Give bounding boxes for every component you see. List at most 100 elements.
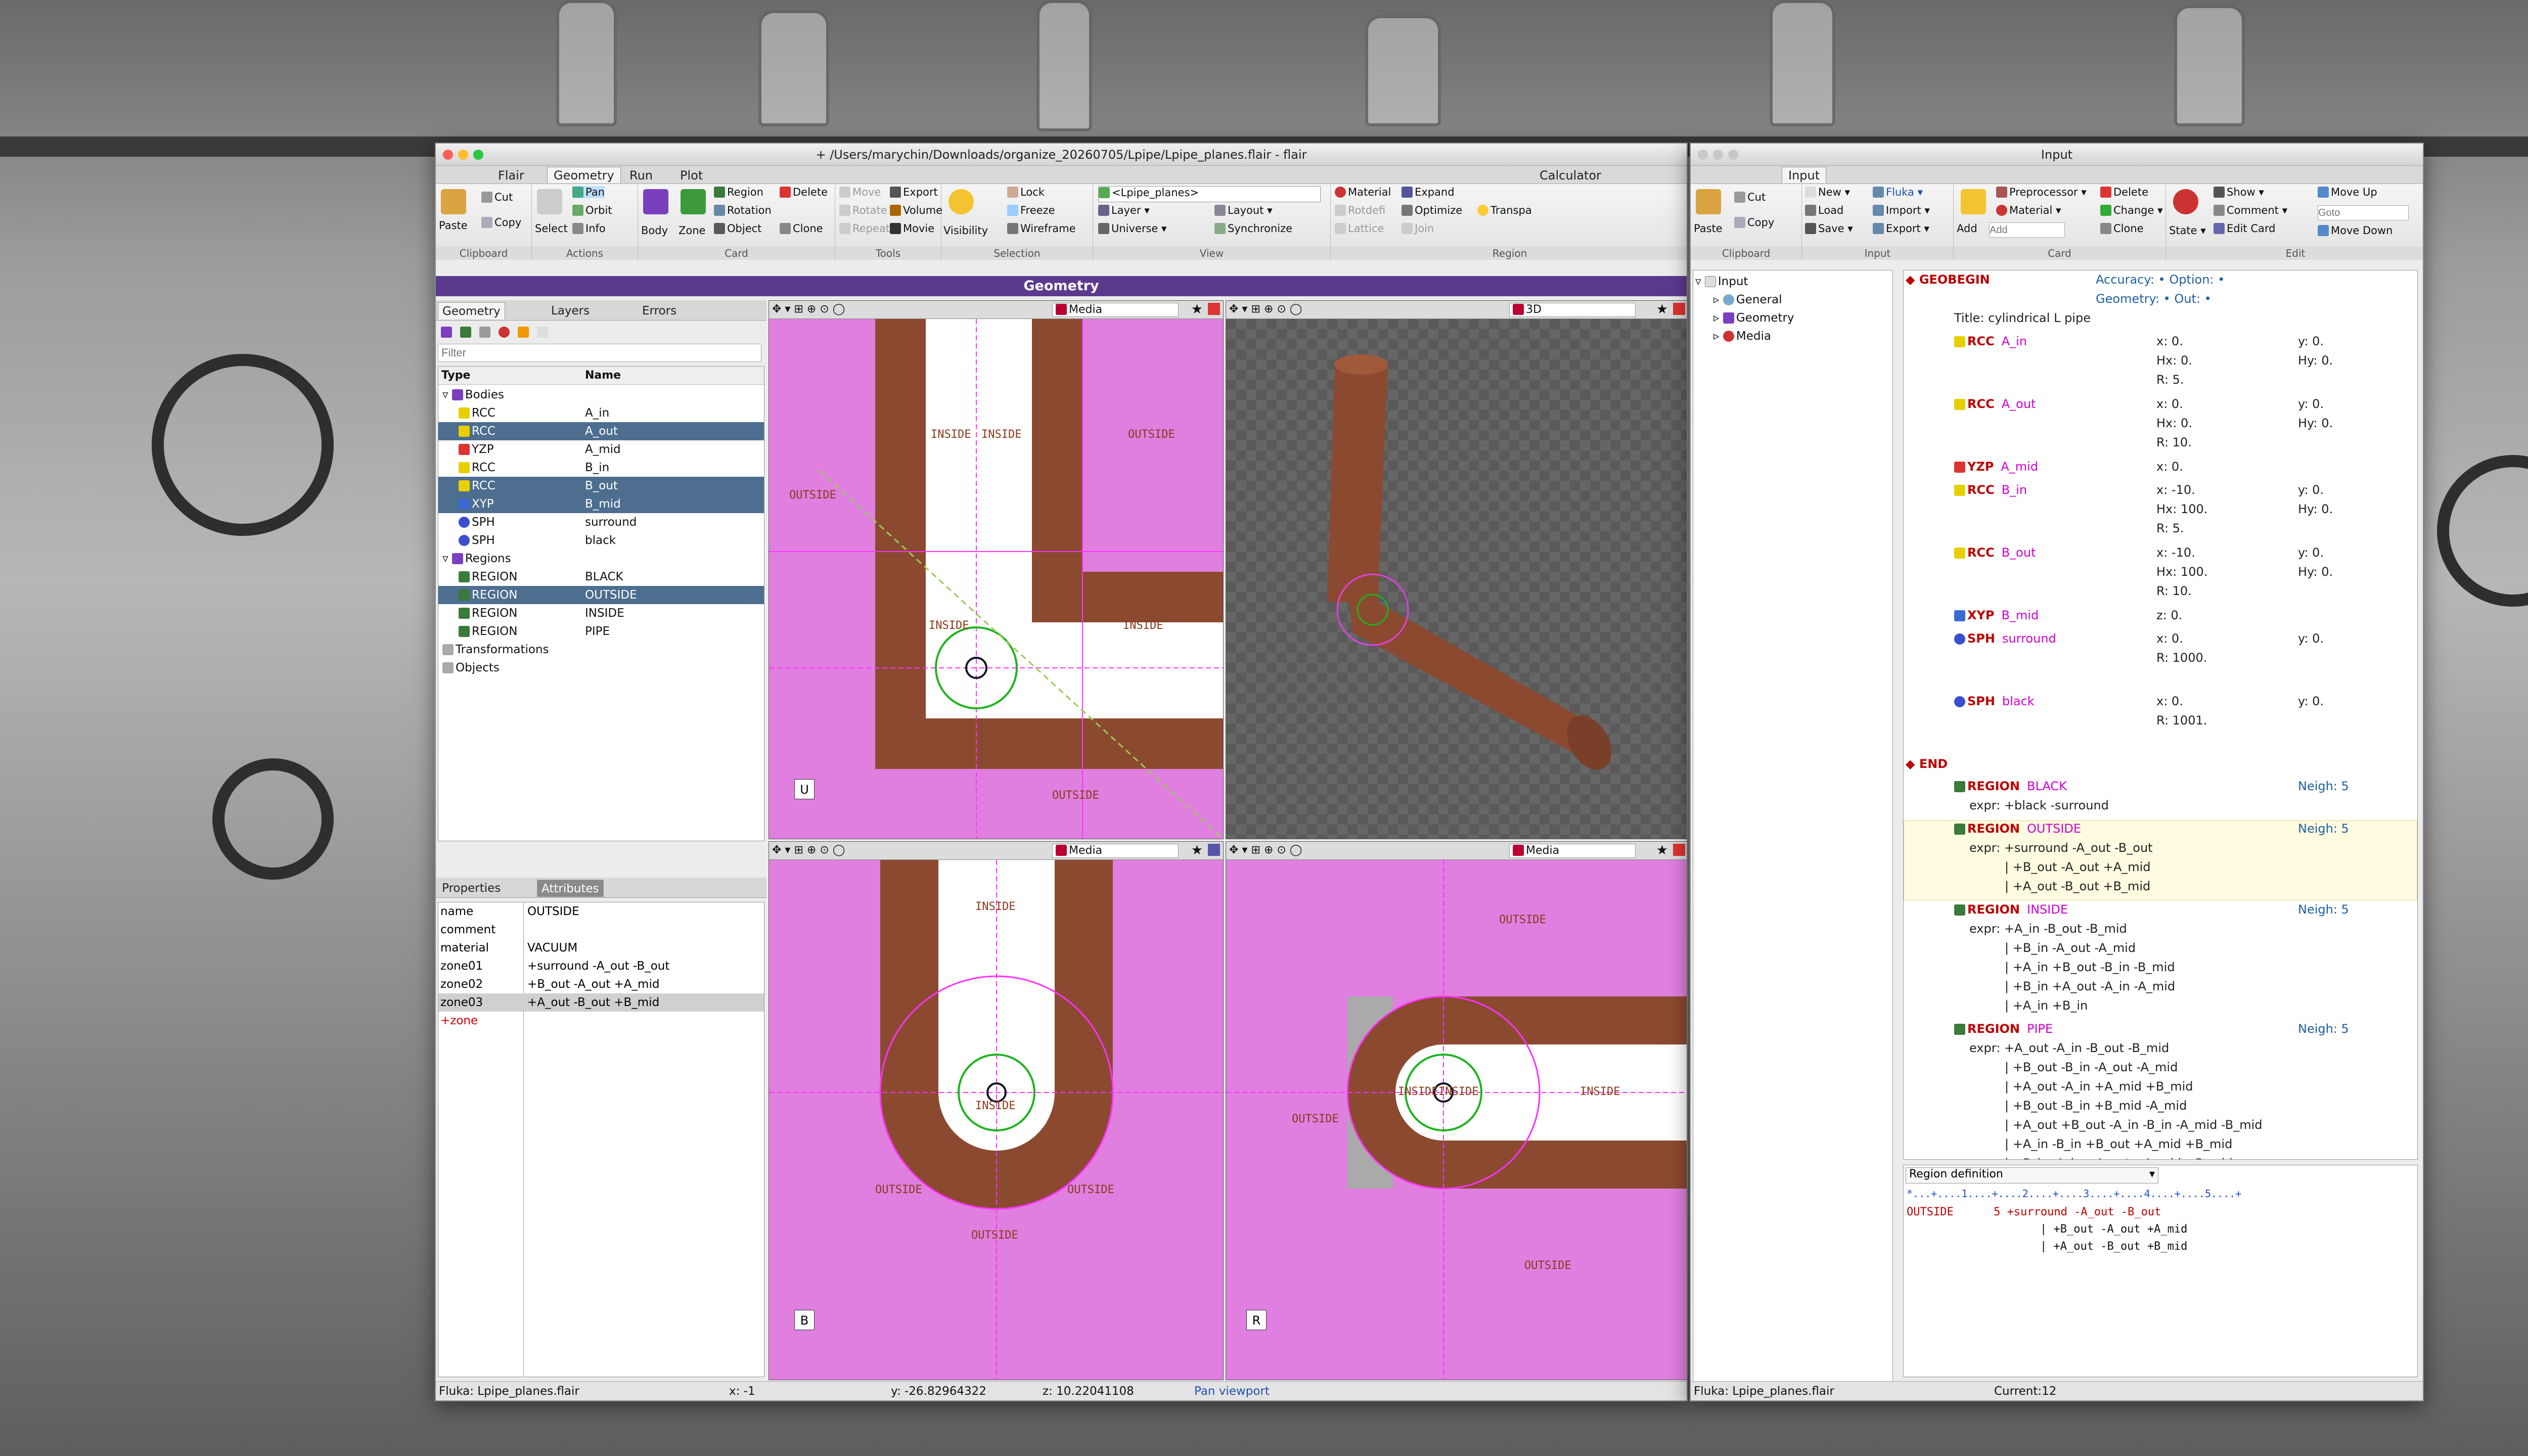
optimize-button[interactable]: Optimize [1402, 204, 1462, 216]
tree-row[interactable]: ▿ Bodies [438, 386, 764, 404]
synchronize-button[interactable]: Synchronize [1214, 222, 1292, 235]
lock-button[interactable]: Lock [1007, 186, 1045, 198]
add-button[interactable]: Add [1957, 222, 1977, 235]
property-row[interactable]: name OUTSIDE [438, 902, 764, 921]
field-value[interactable]: Hy: 0. [2298, 416, 2333, 430]
state-button[interactable]: State ▾ [2169, 224, 2206, 237]
maximize-viewport-icon[interactable] [1208, 844, 1220, 856]
region-expression[interactable]: | +A_in -B_in +B_out +A_mid +B_mid [2005, 1137, 2232, 1151]
copy-button[interactable]: Copy [481, 216, 521, 229]
expand-button[interactable]: Expand [1402, 186, 1455, 198]
region-expression[interactable]: | +B_out -B_in +B_mid -A_mid [2005, 1099, 2187, 1113]
viewport-canvas[interactable]: INSIDE INSIDE OUTSIDE OUTSIDE INSIDE INS… [769, 319, 1223, 839]
region-expression[interactable]: | +A_in +B_in [2005, 998, 2088, 1013]
preprocessor-button[interactable]: Preprocessor ▾ [1996, 186, 2087, 198]
tree-row[interactable]: SPH black [438, 531, 764, 550]
rotation-button[interactable]: Rotation [714, 204, 772, 216]
field-value[interactable]: Hx: 0. [2156, 416, 2192, 430]
goto-input[interactable] [2318, 205, 2409, 220]
zone-button[interactable]: Zone [679, 224, 705, 237]
load-button[interactable]: Load [1805, 204, 1843, 216]
maximize-viewport-icon[interactable] [1673, 303, 1685, 315]
tree-row[interactable]: REGION OUTSIDE [438, 586, 764, 604]
lattice-button[interactable]: Lattice [1335, 222, 1384, 235]
comment-button[interactable]: Comment ▾ [2214, 204, 2287, 216]
field-value[interactable]: x: -10. [2156, 483, 2195, 497]
card-end[interactable]: ◆ END [1906, 757, 1948, 771]
region-expression[interactable]: expr: +A_in -B_out -B_mid [1969, 922, 2127, 936]
body-card[interactable]: SPH surround [1954, 631, 2056, 646]
clone-button[interactable]: Clone [780, 222, 823, 235]
tree-item-media[interactable]: ▹ Media [1713, 327, 1892, 345]
delete-button[interactable]: Delete [780, 186, 828, 198]
star-icon[interactable]: ★ [1191, 302, 1203, 317]
delete-button[interactable]: Delete [2100, 186, 2148, 198]
region-button[interactable]: Region [714, 186, 763, 198]
region-expression[interactable]: expr: +surround -A_out -B_out [1969, 841, 2153, 855]
orbit-button[interactable]: Orbit [572, 204, 612, 216]
property-row[interactable]: material VACUUM [438, 939, 764, 957]
tab-attributes[interactable]: Attributes [537, 880, 604, 897]
field-value[interactable]: Hx: 100. [2156, 502, 2207, 516]
field-value[interactable]: x: 0. [2156, 397, 2183, 411]
cut-button[interactable]: Cut [481, 191, 513, 203]
body-card[interactable]: RCC A_out [1954, 397, 2036, 411]
tree-row[interactable]: RCC B_out [438, 477, 764, 495]
viewport-tools-icons[interactable]: ✥ ▾ ⊞ ⊕ ⊙ ◯ [772, 303, 845, 315]
material-filter-icon[interactable] [499, 327, 510, 338]
maximize-viewport-icon[interactable] [1208, 303, 1220, 315]
field-value[interactable]: R: 10. [2156, 584, 2192, 598]
field-value[interactable]: x: 0. [2156, 694, 2183, 708]
move-down-button[interactable]: Move Down [2318, 224, 2393, 237]
viewport-bottom-right[interactable]: ✥ ▾ ⊞ ⊕ ⊙ ◯ Media ★ OUTSIDE OUTSIDE INSI… [1226, 841, 1687, 1380]
field-value[interactable]: z: 0. [2156, 608, 2182, 622]
region-card[interactable]: REGION PIPE [1954, 1022, 2053, 1036]
repeat-button[interactable]: Repeat [839, 222, 890, 235]
body-button[interactable]: Body [641, 224, 668, 237]
property-row[interactable]: zone01 +surround -A_out -B_out [438, 957, 764, 975]
field-value[interactable]: R: 1000. [2156, 651, 2207, 665]
tab-geometry[interactable]: Geometry [547, 167, 621, 183]
type-column-header[interactable]: Type [441, 367, 470, 385]
save-button[interactable]: Save ▾ [1805, 222, 1853, 235]
add-card-input[interactable] [1989, 222, 2065, 238]
card-editor[interactable]: ◆ GEOBEGIN Accuracy: • Option: • Geometry:… [1903, 270, 2418, 1160]
field-value[interactable]: x: -10. [2156, 545, 2195, 560]
layer-dropdown[interactable]: Layer ▾ [1098, 204, 1150, 216]
property-value[interactable]: +surround -A_out -B_out [527, 957, 669, 975]
field-value[interactable]: y: 0. [2298, 483, 2324, 497]
field-value[interactable]: y: 0. [2298, 334, 2324, 348]
field-value[interactable]: y: 0. [2298, 631, 2324, 646]
property-value[interactable]: VACUUM [527, 939, 577, 957]
tree-row[interactable]: ▿ Regions [438, 550, 764, 568]
body-card[interactable]: SPH black [1954, 694, 2035, 708]
field-value[interactable]: Hx: 100. [2156, 565, 2207, 579]
neigh-field[interactable]: Neigh: 5 [2298, 1022, 2349, 1036]
object-button[interactable]: Object [714, 222, 761, 235]
region-expression[interactable]: | +B_out -B_in -A_out -A_mid [2005, 1060, 2178, 1074]
geobegin-fields[interactable]: Accuracy: • Option: • [2096, 272, 2225, 287]
region-expression[interactable]: expr: +black -surround [1969, 798, 2109, 812]
wireframe-button[interactable]: Wireframe [1007, 222, 1076, 235]
transparency-button[interactable]: Transpa [1477, 204, 1532, 216]
tree-item-general[interactable]: ▹ General [1713, 291, 1892, 309]
field-value[interactable]: R: 10. [2156, 435, 2192, 449]
neigh-field[interactable]: Neigh: 5 [2298, 822, 2349, 836]
move-button[interactable]: Move [839, 186, 881, 198]
region-card[interactable]: REGION INSIDE [1954, 902, 2068, 917]
tab-geometry-list[interactable]: Geometry [438, 302, 505, 320]
card-geobegin[interactable]: ◆ GEOBEGIN [1906, 272, 1990, 287]
paste-button[interactable]: Paste [439, 219, 468, 232]
field-value[interactable]: R: 5. [2156, 521, 2184, 535]
star-icon[interactable]: ★ [1656, 302, 1668, 317]
field-value[interactable]: Hy: 0. [2298, 565, 2333, 579]
viewport-canvas[interactable]: OUTSIDE OUTSIDE INSIDE INSIDE INSIDE OUT… [1226, 860, 1687, 1380]
maximize-viewport-icon[interactable] [1673, 844, 1685, 856]
movie-button[interactable]: Movie [890, 222, 934, 235]
viewport-mode-select[interactable]: Media [1052, 303, 1179, 317]
tree-row[interactable]: REGION PIPE [438, 622, 764, 641]
region-expression[interactable]: | +B_in -A_in +A_out +A_mid +B_mid [2005, 1156, 2233, 1159]
join-button[interactable]: Join [1402, 222, 1434, 235]
fluka-button[interactable]: Fluka ▾ [1873, 186, 1923, 198]
viewport-combo[interactable]: <Lpipe_planes> [1098, 186, 1321, 202]
